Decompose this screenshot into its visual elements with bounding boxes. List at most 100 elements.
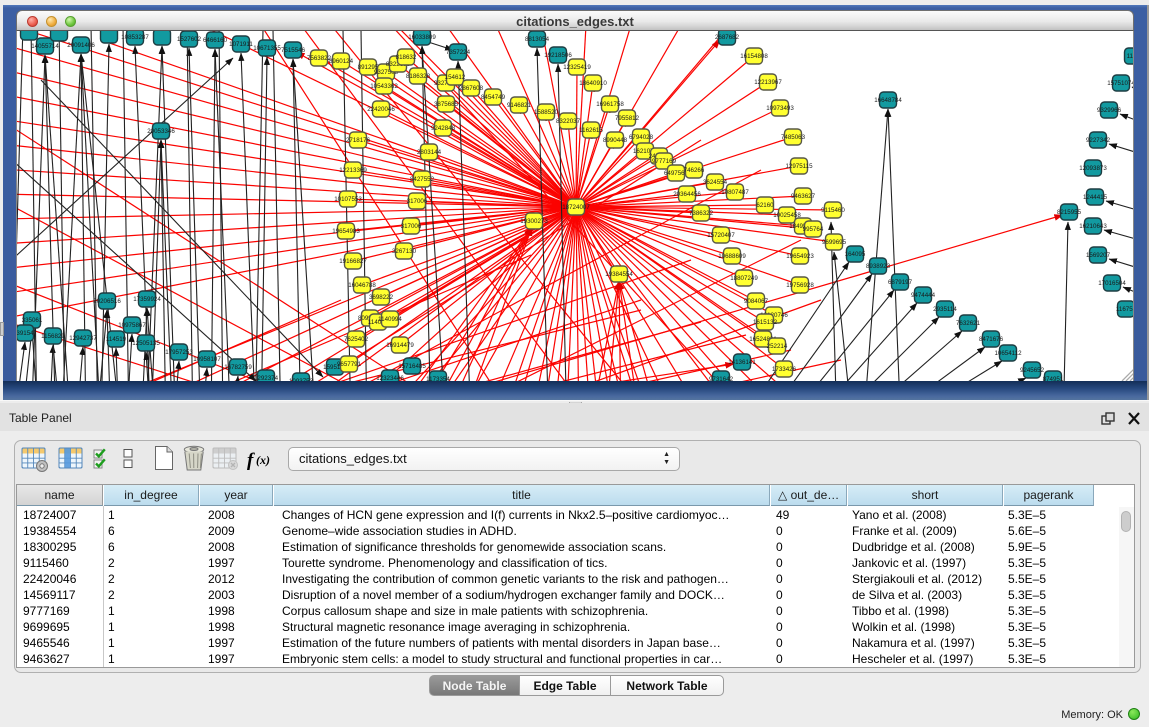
svg-text:8813054: 8813054 — [525, 36, 550, 43]
svg-text:12093873: 12093873 — [1079, 165, 1107, 172]
svg-text:995764: 995764 — [803, 226, 824, 233]
svg-text:154612: 154612 — [445, 74, 466, 81]
svg-text:114519: 114519 — [106, 336, 127, 343]
svg-text:9731642: 9731642 — [709, 376, 734, 381]
svg-text:1615132: 1615132 — [753, 319, 778, 326]
svg-text:f: f — [247, 450, 255, 471]
svg-text:2718176: 2718176 — [346, 137, 371, 144]
svg-text:6466160: 6466160 — [203, 37, 228, 44]
svg-text:16782759: 16782759 — [224, 364, 252, 371]
svg-text:12505135: 12505135 — [132, 340, 160, 347]
svg-text:8990448: 8990448 — [603, 137, 628, 144]
svg-text:16033809: 16033809 — [408, 34, 436, 41]
svg-text:335061: 335061 — [22, 317, 43, 324]
svg-text:10853287: 10853287 — [121, 34, 149, 41]
svg-text:18807249: 18807249 — [730, 275, 758, 282]
svg-text:9463627: 9463627 — [791, 193, 816, 200]
svg-text:22420046: 22420046 — [367, 106, 395, 113]
svg-text:20206516: 20206516 — [93, 298, 121, 305]
svg-text:16914479: 16914479 — [386, 342, 414, 349]
svg-text:39154: 39154 — [17, 330, 34, 337]
svg-text:746266: 746266 — [684, 167, 705, 174]
svg-text:818632: 818632 — [396, 54, 417, 61]
svg-text:10958107: 10958107 — [193, 356, 221, 363]
svg-text:(x): (x) — [256, 453, 270, 467]
svg-text:317006: 317006 — [407, 198, 428, 205]
svg-text:19654983: 19654983 — [332, 228, 360, 235]
svg-text:16961758: 16961758 — [596, 101, 624, 108]
svg-text:9146821: 9146821 — [507, 102, 532, 109]
svg-text:7485063: 7485063 — [781, 134, 806, 141]
svg-text:19654923: 19654923 — [786, 253, 814, 260]
svg-text:164095: 164095 — [845, 251, 866, 258]
svg-text:9227342: 9227342 — [1086, 137, 1111, 144]
svg-text:14136141: 14136141 — [728, 359, 756, 366]
svg-text:12213369: 12213369 — [339, 167, 367, 174]
svg-text:17359924: 17359924 — [133, 296, 161, 303]
svg-text:2867608: 2867608 — [459, 85, 484, 92]
svg-text:16648784: 16648784 — [874, 97, 902, 104]
svg-text:19300273: 19300273 — [520, 218, 548, 225]
svg-text:14055714: 14055714 — [31, 43, 59, 50]
svg-text:9242848: 9242848 — [431, 125, 456, 132]
svg-text:1527602: 1527602 — [177, 36, 202, 43]
svg-text:19756928: 19756928 — [786, 282, 814, 289]
svg-text:12323446: 12323446 — [376, 375, 404, 381]
svg-text:8427552: 8427552 — [410, 176, 435, 183]
svg-text:1173354: 1173354 — [426, 376, 450, 381]
svg-text:7515546: 7515546 — [281, 47, 306, 54]
svg-text:1140994: 1140994 — [378, 316, 402, 323]
svg-text:10973493: 10973493 — [766, 105, 794, 112]
svg-text:1093753: 1093753 — [289, 378, 314, 381]
svg-text:1117: 1117 — [1127, 53, 1134, 60]
svg-text:1733426: 1733426 — [772, 366, 797, 373]
svg-text:12975115: 12975115 — [785, 163, 813, 170]
svg-text:1156829: 1156829 — [41, 333, 65, 340]
svg-text:874951: 874951 — [1043, 376, 1064, 381]
svg-text:9699695: 9699695 — [822, 239, 847, 246]
svg-text:6879197: 6879197 — [888, 279, 913, 286]
svg-text:17957253: 17957253 — [165, 349, 193, 356]
svg-text:7386322: 7386322 — [689, 210, 714, 217]
svg-text:6794028: 6794028 — [629, 134, 654, 141]
svg-text:9115460: 9115460 — [821, 207, 845, 214]
svg-text:18640910: 18640910 — [579, 80, 607, 87]
svg-text:3267130: 3267130 — [392, 248, 417, 255]
svg-text:15751074: 15751074 — [1107, 80, 1134, 87]
svg-text:2687682: 2687682 — [715, 34, 740, 41]
svg-text:17016504: 17016504 — [1098, 280, 1126, 287]
svg-text:8186328: 8186328 — [406, 73, 431, 80]
svg-text:10688609: 10688609 — [718, 253, 746, 260]
svg-text:9245652: 9245652 — [1020, 367, 1045, 374]
svg-text:1588520: 1588520 — [534, 109, 559, 116]
svg-text:16210643: 16210643 — [1079, 223, 1107, 230]
svg-text:12325419: 12325419 — [563, 64, 591, 71]
svg-text:8471676: 8471676 — [979, 336, 1004, 343]
svg-text:20364456: 20364456 — [673, 191, 701, 198]
svg-text:9474444: 9474444 — [911, 292, 936, 299]
svg-text:7625402: 7625402 — [344, 336, 369, 343]
svg-text:12942737: 12942737 — [69, 335, 97, 342]
svg-text:19384554: 19384554 — [605, 271, 633, 278]
svg-text:19218506: 19218506 — [544, 52, 572, 59]
svg-text:10543362: 10543362 — [370, 83, 398, 90]
svg-text:2803144: 2803144 — [417, 149, 442, 156]
svg-text:10975867: 10975867 — [118, 322, 146, 329]
svg-text:15720407: 15720407 — [707, 232, 735, 239]
svg-text:10107553: 10107553 — [334, 196, 362, 203]
svg-text:8322037: 8322037 — [556, 118, 581, 125]
svg-text:7632621: 7632621 — [956, 320, 981, 327]
svg-text:10654112: 10654112 — [994, 350, 1022, 357]
svg-text:9329966: 9329966 — [1097, 107, 1122, 114]
svg-text:20053346: 20053346 — [147, 128, 175, 135]
svg-text:15716485: 15716485 — [398, 363, 426, 370]
svg-text:2935114: 2935114 — [933, 306, 957, 313]
svg-text:9777169: 9777169 — [652, 158, 677, 165]
svg-text:3698222: 3698222 — [369, 294, 394, 301]
svg-text:10671355: 10671355 — [253, 45, 281, 52]
svg-text:1244415: 1244415 — [1083, 194, 1108, 201]
svg-text:7563822: 7563822 — [307, 55, 332, 62]
svg-text:8960124: 8960124 — [329, 58, 354, 65]
svg-text:16154808: 16154808 — [740, 53, 768, 60]
svg-text:10807487: 10807487 — [721, 189, 749, 196]
